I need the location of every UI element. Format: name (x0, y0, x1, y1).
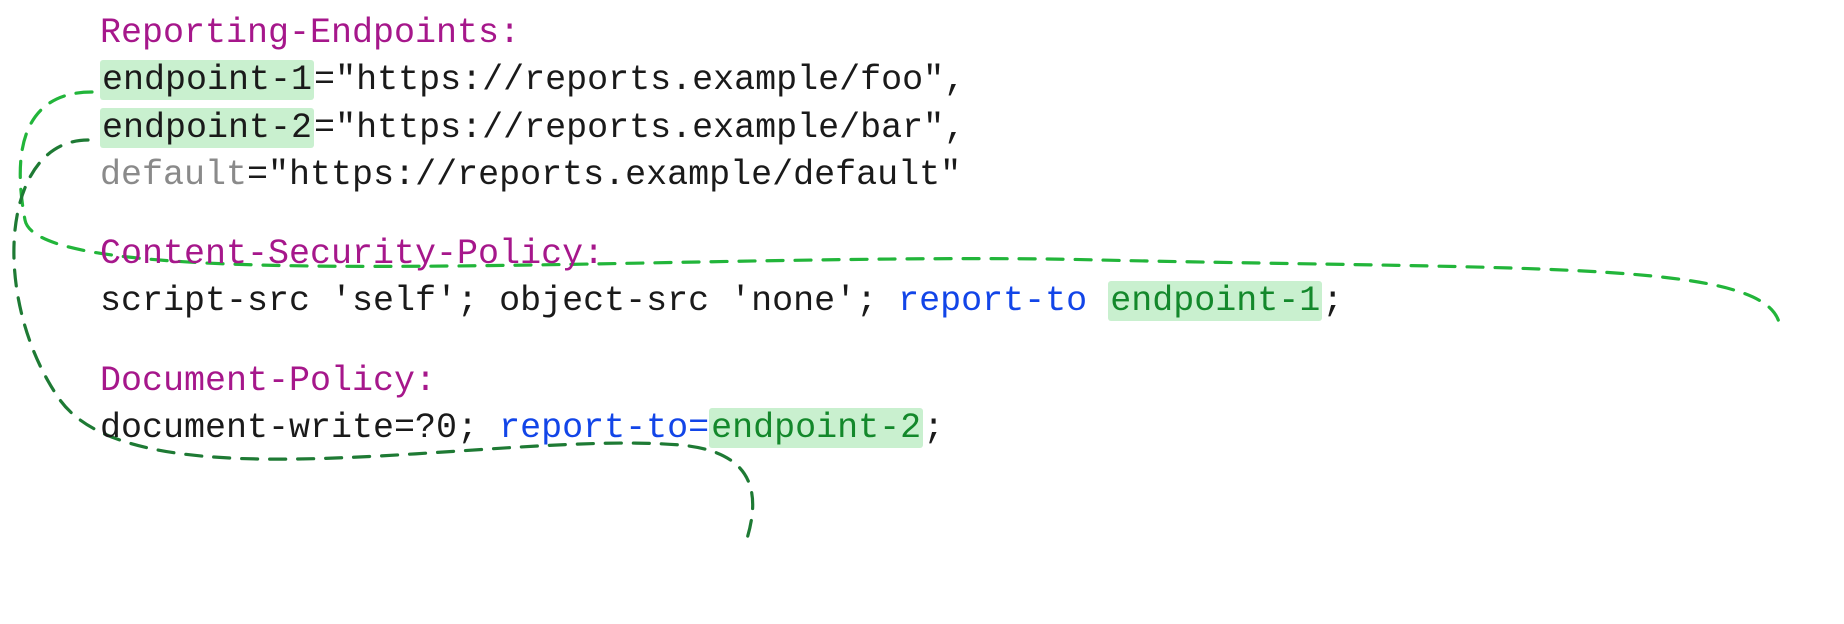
csp-report-to: report-to (898, 281, 1087, 321)
docpolicy-trail: ; (923, 408, 944, 448)
default-label: default (100, 155, 247, 195)
reporting-entry-default: default="https://reports.example/default… (100, 152, 1343, 199)
csp-body-pre: script-src 'self'; object-src 'none'; (100, 281, 898, 321)
reporting-entry-2: endpoint-2="https://reports.example/bar"… (100, 105, 1343, 152)
spacer-2 (100, 326, 1343, 358)
default-eq: = (247, 155, 268, 195)
reporting-entry-1: endpoint-1="https://reports.example/foo"… (100, 57, 1343, 104)
docpolicy-body-pre: document-write=?0; (100, 408, 499, 448)
endpoint-1-label: endpoint-1 (100, 60, 314, 100)
endpoint-1-url: "https://reports.example/foo" (335, 60, 944, 100)
endpoint-2-url: "https://reports.example/bar" (335, 108, 944, 148)
csp-trail: ; (1322, 281, 1343, 321)
spacer-1 (100, 199, 1343, 231)
endpoint-1-eq: = (314, 60, 335, 100)
docpolicy-body-line: document-write=?0; report-to=endpoint-2; (100, 405, 1343, 452)
csp-body-line: script-src 'self'; object-src 'none'; re… (100, 278, 1343, 325)
csp-header-line: Content-Security-Policy: (100, 231, 1343, 278)
diagram-stage: Reporting-Endpoints: endpoint-1="https:/… (0, 0, 1844, 624)
docpolicy-endpoint-ref: endpoint-2 (709, 408, 923, 448)
csp-endpoint-ref: endpoint-1 (1108, 281, 1322, 321)
endpoint-2-label: endpoint-2 (100, 108, 314, 148)
docpolicy-report-to: report-to= (499, 408, 709, 448)
code-block: Reporting-Endpoints: endpoint-1="https:/… (100, 10, 1343, 452)
csp-space (1087, 281, 1108, 321)
endpoint-2-trail: , (944, 108, 965, 148)
docpolicy-header-line: Document-Policy: (100, 358, 1343, 405)
reporting-endpoints-header-line: Reporting-Endpoints: (100, 10, 1343, 57)
endpoint-2-eq: = (314, 108, 335, 148)
header-name-reporting: Reporting-Endpoints: (100, 13, 520, 53)
default-url: "https://reports.example/default" (268, 155, 961, 195)
header-name-csp: Content-Security-Policy: (100, 234, 604, 274)
endpoint-1-trail: , (944, 60, 965, 100)
header-name-docpolicy: Document-Policy: (100, 361, 436, 401)
